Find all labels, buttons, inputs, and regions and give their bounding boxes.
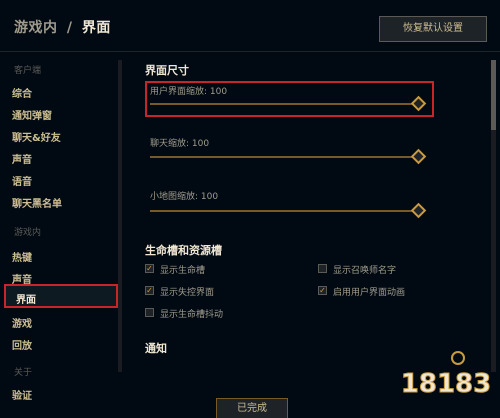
- chat-scale-label: 聊天缩放: 100: [150, 139, 210, 149]
- checkbox-label: 显示召唤师名字: [333, 266, 397, 276]
- breadcrumb-parent[interactable]: 游戏内: [14, 20, 58, 36]
- chat-scale-slider-fill: [150, 156, 414, 158]
- sidebar-item-general[interactable]: 综合: [12, 85, 32, 100]
- checkbox-label: 显示生命槽: [160, 266, 206, 276]
- ui-scale-slider-fill: [150, 103, 414, 105]
- sidebar-item-sound-client[interactable]: 声音: [12, 151, 32, 166]
- sidebar-item-interface-label: 界面: [16, 295, 36, 306]
- checkbox-show-summoner-names[interactable]: 显示召唤师名字: [318, 263, 478, 277]
- checkbox-box[interactable]: [318, 264, 327, 273]
- health-bars-section-title: 生命槽和资源槽: [145, 244, 222, 257]
- chat-scale-slider-handle[interactable]: [410, 148, 427, 165]
- sidebar-item-game[interactable]: 游戏: [12, 315, 32, 330]
- checkbox-label: 显示生命槽抖动: [160, 310, 224, 320]
- checkbox-enable-ui-animations[interactable]: ✓ 启用用户界面动画: [318, 285, 478, 299]
- ui-scale-slider-track[interactable]: [150, 103, 414, 105]
- ui-scale-label: 用户界面缩放: 100: [150, 87, 228, 97]
- checkbox-label: 显示失控界面: [160, 288, 215, 298]
- sidebar-item-notifications[interactable]: 通知弹窗: [12, 107, 52, 122]
- settings-sidebar: 客户端 综合 通知弹窗 聊天&好友 声音 语音 聊天黑名单 游戏内 热键 声音 …: [0, 53, 125, 403]
- settings-header: 游戏内 / 界面 恢复默认设置: [0, 0, 500, 52]
- sidebar-item-hotkeys[interactable]: 热键: [12, 249, 32, 264]
- checkbox-show-cc-ui[interactable]: ✓ 显示失控界面: [145, 285, 305, 299]
- breadcrumb-separator: /: [66, 20, 73, 36]
- sidebar-item-interface[interactable]: 界面: [4, 284, 118, 308]
- sidebar-scrollbar[interactable]: [118, 60, 122, 372]
- site-watermark-logo: 18183: [400, 351, 492, 400]
- watermark-text: 18183: [401, 369, 491, 399]
- sidebar-item-voice[interactable]: 语音: [12, 173, 32, 188]
- checkbox-box[interactable]: ✓: [145, 286, 154, 295]
- ui-size-section-title: 界面尺寸: [145, 64, 189, 77]
- minimap-scale-slider-fill: [150, 210, 414, 212]
- breadcrumb: 游戏内 / 界面: [14, 17, 111, 37]
- chat-scale-slider-track[interactable]: [150, 156, 414, 158]
- sidebar-section-about: 关于: [14, 368, 33, 378]
- sidebar-section-client: 客户端: [14, 66, 42, 76]
- done-button[interactable]: 已完成: [216, 398, 288, 418]
- restore-defaults-button[interactable]: 恢复默认设置: [379, 16, 487, 42]
- breadcrumb-current: 界面: [81, 20, 111, 36]
- minimap-scale-slider-track[interactable]: [150, 210, 414, 212]
- checkbox-show-health-bar-shake[interactable]: 显示生命槽抖动: [145, 307, 305, 321]
- watermark-sun-icon: [451, 351, 465, 365]
- sidebar-item-replay[interactable]: 回放: [12, 337, 32, 352]
- content-scrollbar-thumb[interactable]: [491, 60, 496, 130]
- checkbox-box[interactable]: [145, 308, 154, 317]
- sidebar-item-verify[interactable]: 验证: [12, 387, 32, 402]
- checkbox-box[interactable]: ✓: [318, 286, 327, 295]
- sidebar-section-ingame: 游戏内: [14, 228, 42, 238]
- sidebar-item-blocklist[interactable]: 聊天黑名单: [12, 195, 62, 210]
- checkbox-label: 启用用户界面动画: [333, 288, 406, 298]
- minimap-scale-label: 小地图缩放: 100: [150, 192, 219, 202]
- notifications-section-title: 通知: [145, 342, 167, 355]
- checkbox-show-health-bars[interactable]: ✓ 显示生命槽: [145, 263, 305, 277]
- checkbox-box[interactable]: ✓: [145, 264, 154, 273]
- sidebar-item-chat-friends[interactable]: 聊天&好友: [12, 129, 61, 144]
- minimap-scale-slider-handle[interactable]: [410, 202, 427, 219]
